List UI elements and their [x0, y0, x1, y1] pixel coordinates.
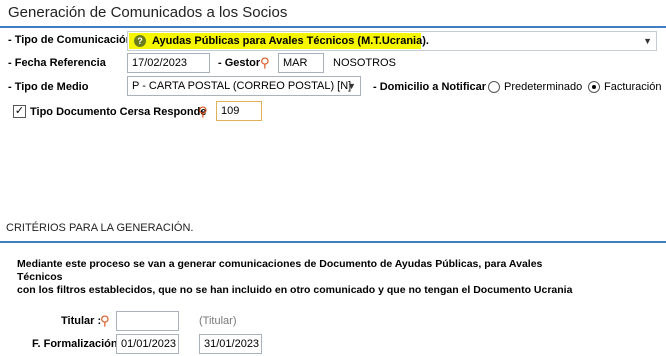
fecha-referencia-label: - Fecha Referencia [8, 57, 106, 69]
description-line-2: con los filtros establecidos, que no se … [17, 284, 573, 296]
description-line-1: Mediante este proceso se van a generar c… [17, 258, 543, 283]
search-icon[interactable]: ⚲ [100, 314, 110, 328]
help-icon: ? [134, 35, 146, 47]
tipo-medio-label: - Tipo de Medio [8, 81, 89, 93]
tipo-comunicacion-select[interactable]: ? Ayudas Públicas para Avales Técnicos (… [127, 31, 657, 51]
gestor-label: - Gestor [218, 57, 261, 69]
gestor-name: NOSOTROS [333, 57, 396, 69]
tipo-documento-checkbox[interactable]: ✓ [13, 105, 26, 118]
page-title: Generación de Comunicados a los Socios [8, 4, 288, 21]
search-icon[interactable]: ⚲ [260, 56, 270, 70]
search-icon[interactable]: ⚲ [198, 105, 208, 119]
titular-hint: (Titular) [199, 315, 237, 327]
tipo-comunicacion-label: - Tipo de Comunicación [8, 34, 133, 46]
formalizacion-label: F. Formalización : [32, 338, 125, 350]
title-divider [0, 26, 666, 28]
tipo-medio-select[interactable]: P - CARTA POSTAL (CORREO POSTAL) [N] ▼ [127, 76, 361, 96]
tipo-documento-input[interactable]: 109 [216, 101, 262, 121]
radio-predeterminado[interactable] [488, 81, 500, 93]
radio-predeterminado-label: Predeterminado [504, 81, 583, 93]
titular-label: Titular : [61, 315, 102, 327]
chevron-down-icon[interactable]: ▼ [347, 77, 356, 95]
gestor-code-input[interactable]: MAR [278, 53, 324, 73]
tipo-comunicacion-value: Ayudas Públicas para Avales Técnicos (M.… [152, 35, 429, 47]
criterios-description: Mediante este proceso se van a generar c… [17, 258, 577, 297]
chevron-down-icon[interactable]: ▼ [643, 32, 652, 50]
radio-facturacion-label: Facturación [604, 81, 662, 93]
radio-facturacion[interactable] [588, 81, 600, 93]
tipo-medio-value: P - CARTA POSTAL (CORREO POSTAL) [N] [132, 80, 352, 92]
tipo-documento-label: Tipo Documento Cersa Responde [30, 106, 207, 118]
titular-input[interactable] [116, 311, 179, 331]
domicilio-label: - Domicilio a Notificar [373, 81, 487, 93]
formalizacion-from-input[interactable]: 01/01/2023 [116, 334, 179, 354]
fecha-referencia-input[interactable]: 17/02/2023 [127, 53, 210, 73]
criterios-title: CRITÉRIOS PARA LA GENERACIÓN. [6, 222, 194, 234]
formalizacion-to-input[interactable]: 31/01/2023 [199, 334, 262, 354]
criterios-divider [0, 241, 666, 243]
